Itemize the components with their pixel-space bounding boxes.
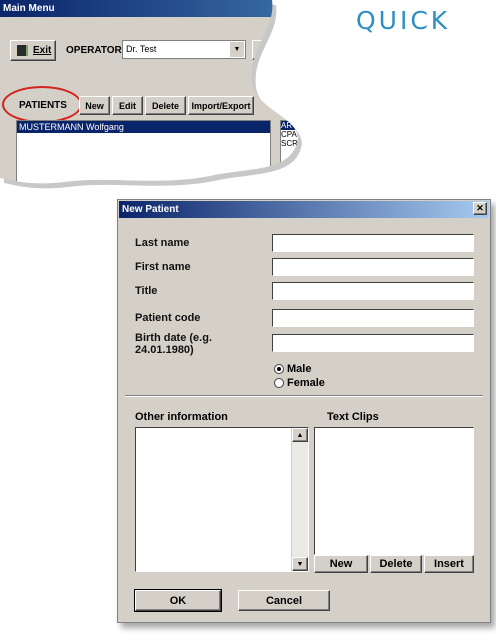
gender-female-radio[interactable]: Female [274,377,325,389]
patients-delete-button[interactable]: Delete [145,96,186,115]
recent-item[interactable]: ARTd [281,121,300,130]
clip-delete-button[interactable]: Delete [370,555,422,573]
operator-label: OPERATOR [66,45,122,56]
first-name-input[interactable] [272,258,474,276]
patient-row-selected[interactable]: MUSTERMANN Wolfgang [17,121,270,133]
patient-list[interactable]: MUSTERMANN Wolfgang [16,120,271,190]
dialog-title: New Patient [122,204,179,215]
new-patient-dialog: New Patient ✕ Last name First name Title… [117,199,491,623]
main-menu-title: Main Menu [0,0,300,17]
section-divider [125,395,483,397]
exit-button[interactable]: Exit [10,40,56,61]
first-name-label: First name [135,261,191,273]
text-clips-label: Text Clips [327,411,379,423]
recent-item[interactable]: CPA- [281,130,300,139]
cancel-button[interactable]: Cancel [238,590,330,611]
patients-edit-button[interactable]: Edit [112,96,143,115]
clip-new-button[interactable]: New [314,555,368,573]
gender-female-label: Female [287,377,325,389]
operator-value: Dr. Test [126,44,157,54]
radio-selected-icon[interactable] [274,364,284,374]
close-icon[interactable]: ✕ [473,202,487,215]
vertical-scrollbar[interactable]: ▲ ▼ [291,428,308,571]
patient-code-input[interactable] [272,309,474,327]
patients-import-export-button[interactable]: Import/Export [188,96,254,115]
scroll-up-icon[interactable]: ▲ [292,428,308,442]
operator-select[interactable]: Dr. Test ▼ [122,40,246,59]
exit-button-label: Exit [33,45,52,56]
page-heading: QUICK [356,6,451,35]
highlight-circle [2,86,82,123]
ok-button[interactable]: OK [134,589,222,612]
title-input[interactable] [272,282,474,300]
scroll-down-icon[interactable]: ▼ [292,557,308,571]
patient-code-label: Patient code [135,312,201,324]
clip-insert-button[interactable]: Insert [424,555,474,573]
other-information-label: Other information [135,411,228,423]
patients-new-button[interactable]: New [79,96,110,115]
title-label: Title [135,285,158,297]
recent-label: REC [280,100,300,111]
main-menu-cutout: Main Menu Exit OPERATOR Dr. Test ▼ N PAT… [0,0,300,190]
chevron-down-icon[interactable]: ▼ [229,42,244,57]
birth-date-label: Birth date (e.g. 24.01.1980) [135,332,213,356]
dialog-titlebar: New Patient [119,201,489,218]
last-name-input[interactable] [272,234,474,252]
other-information-textarea[interactable]: ▲ ▼ [135,427,309,572]
text-clips-list[interactable] [314,427,474,555]
exit-door-icon [17,45,28,56]
last-name-label: Last name [135,237,190,249]
gender-male-label: Male [287,363,312,375]
radio-unselected-icon[interactable] [274,378,284,388]
gender-male-radio[interactable]: Male [274,363,311,375]
birth-date-input[interactable] [272,334,474,352]
